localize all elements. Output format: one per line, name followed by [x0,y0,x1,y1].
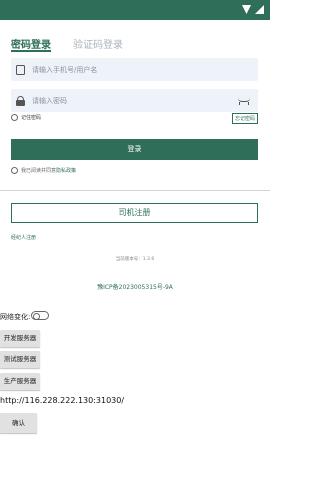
test-server-button[interactable]: 测试服务器 [0,351,40,368]
privacy-policy-link[interactable]: 隐私政策 [56,167,76,174]
env-toggle[interactable] [31,311,49,320]
remember-password[interactable]: 记住密码 [11,114,41,121]
status-icons [242,5,264,14]
remember-label: 记住密码 [21,115,42,121]
battery-icon [255,5,264,14]
remember-radio[interactable] [11,114,18,121]
agreement-row: 我已阅读并同意 隐私政策 [11,167,76,174]
lock-icon [16,95,25,106]
server-url: http://116.228.222.130:31030/ [0,396,125,405]
dev-server-button[interactable]: 开发服务器 [0,330,40,347]
phone-placeholder: 请输入手机号/用户名 [32,65,98,74]
icp-text: 豫ICP备2023005315号-9A [97,284,173,291]
version-text: 当前版本号：1.3.6 [115,257,155,262]
password-placeholder: 请输入密码 [32,96,67,105]
agreement-text: 我已阅读并同意 [21,168,57,174]
signal-icon [242,5,251,14]
eye-closed-icon[interactable] [238,98,250,104]
forgot-password-button[interactable]: 忘记密码 [231,113,258,124]
phone-field[interactable]: 请输入手机号/用户名 [11,58,258,81]
divider [0,190,270,191]
phone-icon [16,64,25,75]
env-label: 网络变化: [0,313,31,321]
password-field[interactable]: 请输入密码 [11,89,258,112]
agreement-radio[interactable] [11,167,18,174]
broker-register-link[interactable]: 经纪人注册 [11,234,36,241]
prod-server-button[interactable]: 生产服务器 [0,373,40,390]
driver-register-button[interactable]: 司机注册 [11,203,258,223]
login-tabs: 密码登录 验证码登录 [11,36,123,51]
confirm-button[interactable]: 确认 [0,413,37,433]
active-tab-indicator [11,50,51,52]
status-bar [0,0,270,20]
tab-code-login[interactable]: 验证码登录 [73,36,123,51]
login-button[interactable]: 登录 [11,139,258,160]
tab-password-login[interactable]: 密码登录 [11,36,51,51]
